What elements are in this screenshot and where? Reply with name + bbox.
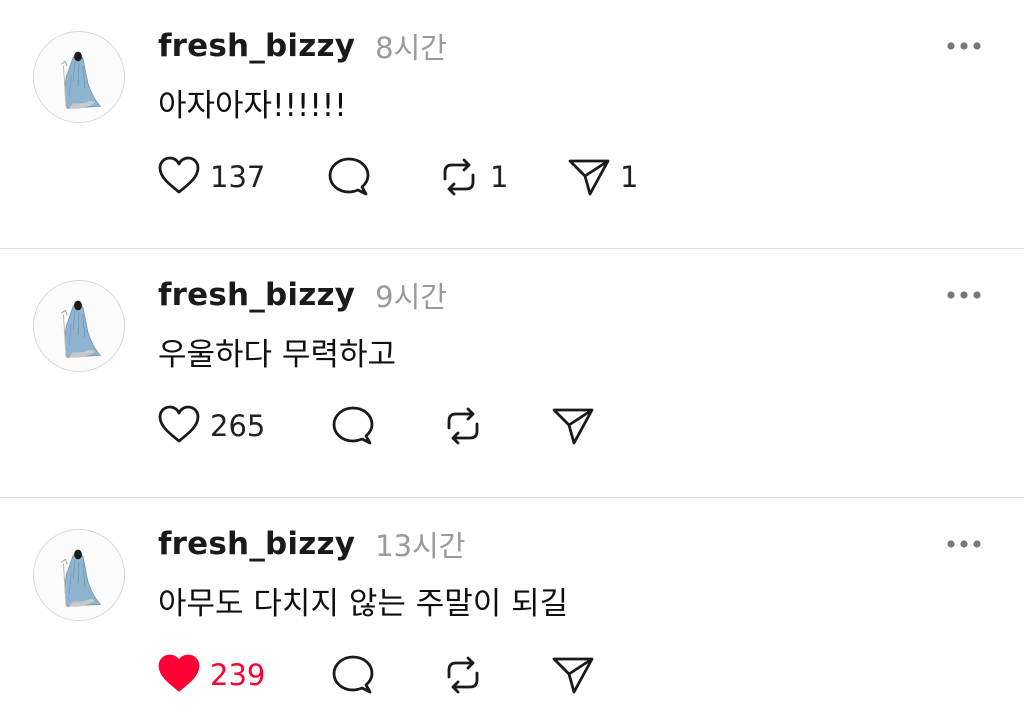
speech-bubble-icon (332, 406, 374, 445)
paper-plane-icon (552, 408, 594, 445)
more-options-button[interactable] (940, 281, 988, 309)
avatar-illustration-icon (34, 281, 124, 371)
share-button[interactable]: 1 (566, 154, 638, 200)
avatar[interactable] (33, 280, 125, 372)
repost-arrows-icon (447, 407, 479, 445)
avatar-illustration-icon (34, 530, 124, 620)
repost-button[interactable] (440, 652, 494, 698)
username[interactable]: fresh_bizzy (158, 526, 355, 562)
speech-bubble-icon (332, 655, 374, 694)
paper-plane-icon (552, 657, 594, 694)
paper-plane-icon (568, 159, 610, 196)
post[interactable]: fresh_bizzy 13시간 아무도 다치지 않는 주말이 되길 239 (0, 498, 1024, 720)
post[interactable]: fresh_bizzy 8시간 아자아자!!!!!! 137 1 1 (0, 0, 1024, 249)
share-button[interactable] (550, 403, 604, 449)
post-header: fresh_bizzy 13시간 (158, 522, 465, 566)
username[interactable]: fresh_bizzy (158, 277, 355, 313)
post-text: 우울하다 무력하고 (158, 337, 397, 373)
avatar[interactable] (33, 31, 125, 123)
timestamp: 9시간 (375, 280, 447, 314)
reply-button[interactable] (330, 652, 376, 698)
reply-button[interactable] (330, 403, 376, 449)
post[interactable]: fresh_bizzy 9시간 우울하다 무력하고 265 (0, 249, 1024, 498)
more-dots-icon (947, 42, 981, 50)
heart-icon (158, 405, 200, 443)
like-count: 265 (210, 409, 266, 443)
share-count: 1 (620, 160, 639, 194)
more-options-button[interactable] (940, 32, 988, 60)
more-dots-icon (947, 291, 981, 299)
repost-count: 1 (490, 160, 509, 194)
timestamp: 13시간 (375, 529, 466, 563)
avatar[interactable] (33, 529, 125, 621)
repost-button[interactable]: 1 (436, 154, 508, 200)
heart-icon (158, 654, 200, 692)
like-button[interactable]: 137 (156, 154, 265, 200)
timestamp: 8시간 (375, 31, 447, 65)
username[interactable]: fresh_bizzy (158, 28, 355, 64)
post-header: fresh_bizzy 8시간 (158, 24, 447, 68)
more-dots-icon (947, 540, 981, 548)
like-button[interactable]: 239 (156, 652, 265, 698)
speech-bubble-icon (328, 157, 370, 196)
post-header: fresh_bizzy 9시간 (158, 273, 447, 317)
repost-button[interactable] (440, 403, 494, 449)
reply-button[interactable] (326, 154, 372, 200)
post-actions: 137 1 1 (156, 154, 716, 200)
thread-feed: fresh_bizzy 8시간 아자아자!!!!!! 137 1 1 fresh… (0, 0, 1024, 720)
share-button[interactable] (550, 652, 604, 698)
post-text: 아무도 다치지 않는 주말이 되길 (158, 586, 569, 622)
more-options-button[interactable] (940, 530, 988, 558)
like-count: 239 (210, 658, 266, 692)
repost-arrows-icon (443, 158, 475, 196)
post-text: 아자아자!!!!!! (158, 88, 347, 124)
like-button[interactable]: 265 (156, 403, 265, 449)
repost-arrows-icon (447, 656, 479, 694)
post-actions: 239 (156, 652, 716, 698)
heart-icon (158, 156, 200, 194)
avatar-illustration-icon (34, 32, 124, 122)
like-count: 137 (210, 160, 266, 194)
post-actions: 265 (156, 403, 716, 449)
